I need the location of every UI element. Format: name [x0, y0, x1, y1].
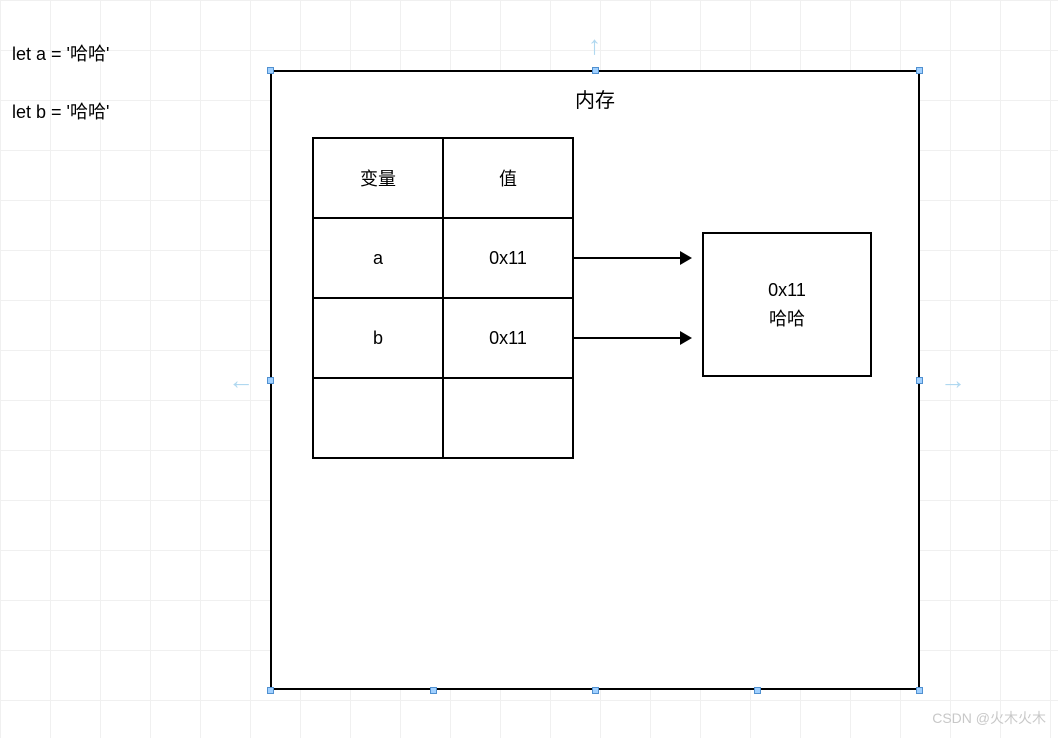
variable-table: 变量 值 a 0x11 b 0x11 [312, 137, 574, 459]
table-header-row: 变量 值 [313, 138, 573, 218]
header-value: 值 [443, 138, 573, 218]
selection-handle[interactable] [916, 687, 923, 694]
selection-handle[interactable] [267, 67, 274, 74]
arrow-b-to-heap [574, 337, 690, 339]
selection-handle[interactable] [916, 67, 923, 74]
cell-val-a: 0x11 [443, 218, 573, 298]
code-line-1: let a = '哈哈' [12, 40, 109, 66]
heap-address: 0x11 [768, 276, 806, 305]
arrow-a-to-heap [574, 257, 690, 259]
selection-handle[interactable] [592, 687, 599, 694]
cell-var-empty [313, 378, 443, 458]
selection-handle[interactable] [267, 687, 274, 694]
code-line-2: let b = '哈哈' [12, 98, 109, 124]
heap-object: 0x11 哈哈 [702, 232, 872, 377]
memory-container: 内存 变量 值 a 0x11 b 0x11 0x11 哈哈 [270, 70, 920, 690]
table-row [313, 378, 573, 458]
selection-handle[interactable] [592, 67, 599, 74]
cell-var-b: b [313, 298, 443, 378]
heap-value: 哈哈 [769, 305, 805, 334]
table-row: a 0x11 [313, 218, 573, 298]
header-variable: 变量 [313, 138, 443, 218]
cell-var-a: a [313, 218, 443, 298]
table-row: b 0x11 [313, 298, 573, 378]
memory-title: 内存 [272, 72, 918, 113]
selection-handle[interactable] [916, 377, 923, 384]
arrow-left-icon[interactable]: ← [228, 365, 254, 396]
cell-val-b: 0x11 [443, 298, 573, 378]
selection-handle[interactable] [267, 377, 274, 384]
arrow-right-icon[interactable]: → [940, 365, 966, 396]
watermark: CSDN @火木火木 [932, 708, 1046, 728]
selection-handle[interactable] [754, 687, 761, 694]
cell-val-empty [443, 378, 573, 458]
selection-handle[interactable] [430, 687, 437, 694]
arrow-up-icon[interactable]: ↑ [588, 30, 601, 61]
